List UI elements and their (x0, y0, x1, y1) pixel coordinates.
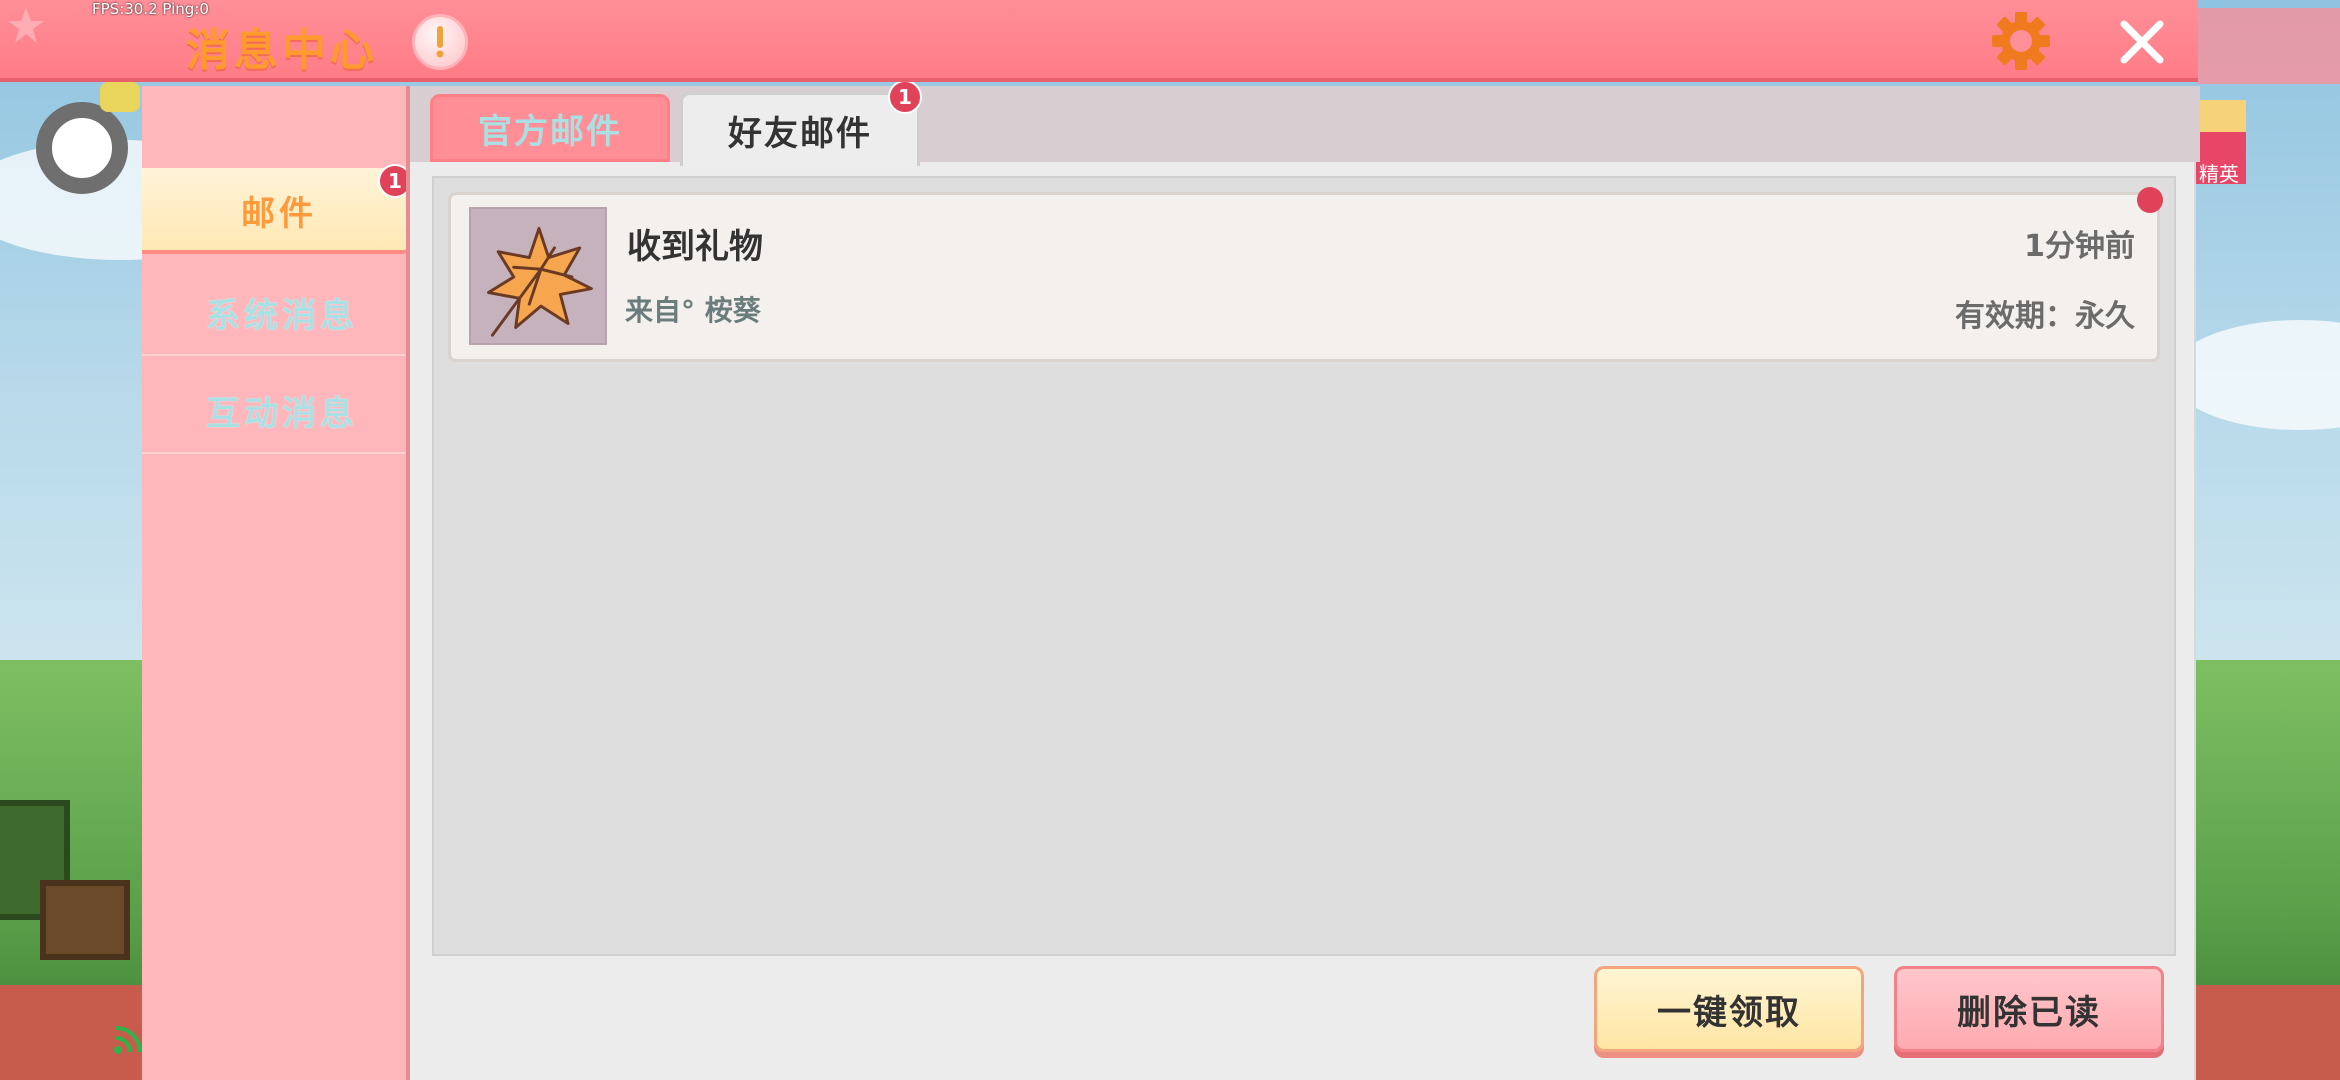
tab-bar (410, 86, 2200, 162)
mail-time: 1分钟前 (2024, 229, 2135, 264)
fps-counter: FPS:30.2 Ping:0 (92, 0, 209, 18)
mail-list[interactable]: 收到礼物 来自° 桉葵 1分钟前 有效期：永久 (432, 176, 2176, 956)
info-button[interactable] (412, 14, 468, 70)
sidebar-item-interaction-messages[interactable]: 互动消息 (142, 362, 406, 454)
maple-leaf-icon (469, 207, 607, 345)
tab-label: 好友邮件 (728, 114, 872, 154)
star-icon (8, 8, 44, 43)
elite-tag: 精英 (2192, 132, 2246, 186)
claim-all-button[interactable]: 一键领取 (1594, 966, 1864, 1052)
page-title: 消息中心 (186, 25, 378, 76)
delete-read-button[interactable]: 删除已读 (1894, 966, 2164, 1052)
mail-expiry: 有效期：永久 (1955, 299, 2135, 334)
signal-icon (114, 1026, 142, 1054)
mail-subject: 收到礼物 (627, 227, 763, 267)
list-item[interactable]: 收到礼物 来自° 桉葵 1分钟前 有效期：永久 (448, 187, 2163, 362)
category-sidebar: 邮件 1 系统消息 互动消息 (142, 86, 416, 1080)
sidebar-item-mail[interactable]: 邮件 1 (142, 164, 416, 254)
header-tail (2198, 8, 2340, 84)
sidebar-item-label: 系统消息 (206, 296, 358, 336)
mail-panel: 官方邮件 好友邮件 1 收到礼物 来自° 桉葵 1分钟前 有效期：永久 一键领取… (406, 80, 2200, 1080)
close-icon[interactable] (2118, 18, 2166, 66)
sidebar-item-label: 互动消息 (206, 394, 358, 434)
button-label: 删除已读 (1957, 992, 2101, 1033)
unread-dot (2137, 187, 2163, 213)
exclamation-icon (436, 26, 444, 58)
tab-label: 官方邮件 (478, 111, 622, 152)
camera-joystick[interactable] (36, 102, 128, 194)
mail-sender: 来自° 桉葵 (625, 294, 761, 327)
sidebar-item-label: 邮件 (241, 194, 317, 234)
button-label: 一键领取 (1657, 992, 1801, 1033)
tab-friend-mail[interactable]: 好友邮件 (680, 92, 920, 166)
notification-badge: 1 (888, 80, 922, 114)
dirt-block (40, 880, 130, 960)
tab-official-mail[interactable]: 官方邮件 (430, 94, 670, 162)
player-avatar-icon (100, 82, 140, 112)
sidebar-item-system-messages[interactable]: 系统消息 (142, 264, 406, 356)
gear-icon[interactable] (1990, 10, 2052, 72)
